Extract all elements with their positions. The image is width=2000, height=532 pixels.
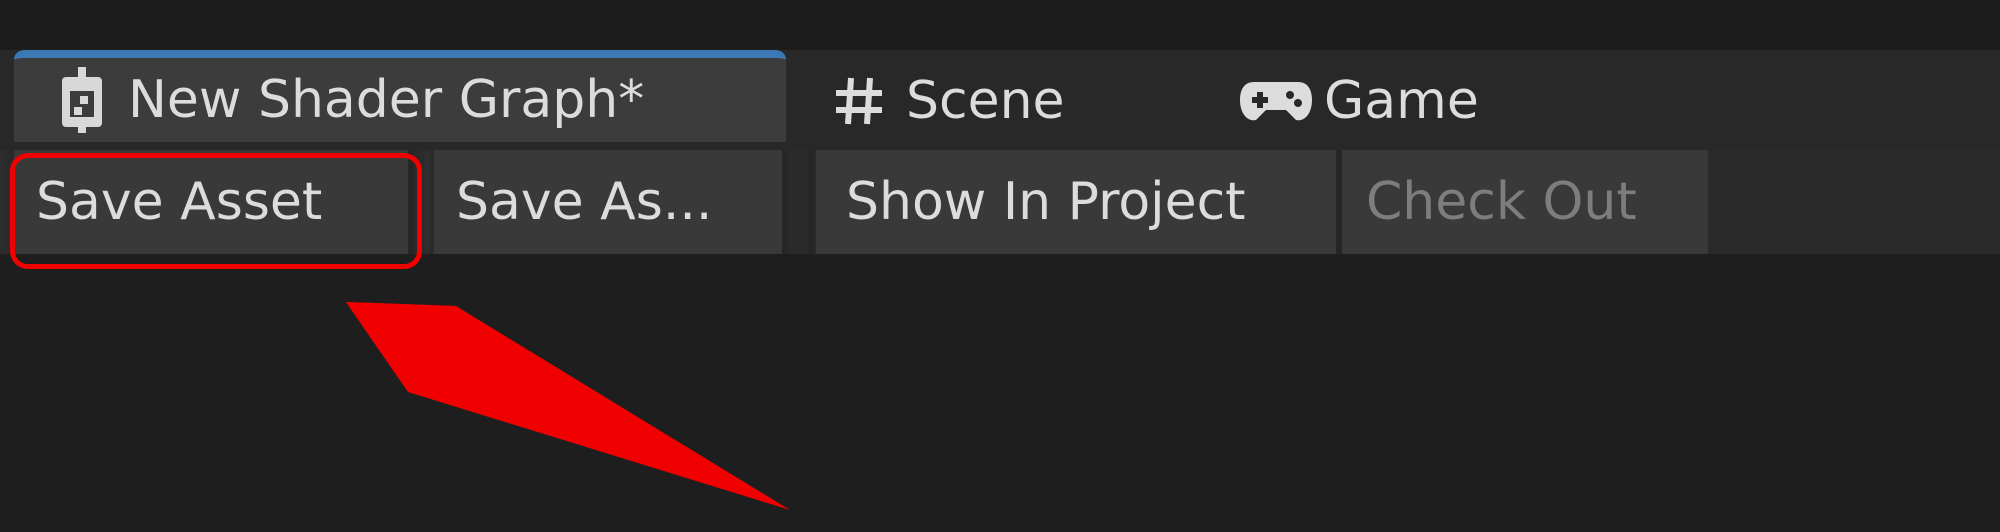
check-out-button: Check Out [1342,150,1708,254]
save-as-button[interactable]: Save As... [434,150,782,254]
toolbar-divider [424,150,430,254]
title-strip [0,0,2000,50]
save-as-label: Save As... [456,172,713,232]
annotation-highlight-box [10,153,422,269]
toolbar-divider [782,150,788,254]
hash-grid-icon [834,76,884,126]
check-out-label: Check Out [1366,172,1637,232]
tab-label: New Shader Graph* [128,70,645,130]
graph-canvas[interactable] [0,254,2000,532]
show-in-project-label: Show In Project [846,172,1246,232]
tab-label: Scene [906,71,1065,131]
gamepad-icon [1238,78,1314,124]
tab-scene[interactable]: Scene [834,52,1134,150]
show-in-project-button[interactable]: Show In Project [816,150,1336,254]
tab-label: Game [1324,71,1479,131]
shader-graph-icon [58,67,106,133]
tab-new-shader-graph[interactable]: New Shader Graph* [14,50,786,142]
toolbar-divider [808,150,814,254]
tab-game[interactable]: Game [1238,52,1538,150]
editor-window: New Shader Graph* Scene Game Save Asset … [0,0,2000,532]
